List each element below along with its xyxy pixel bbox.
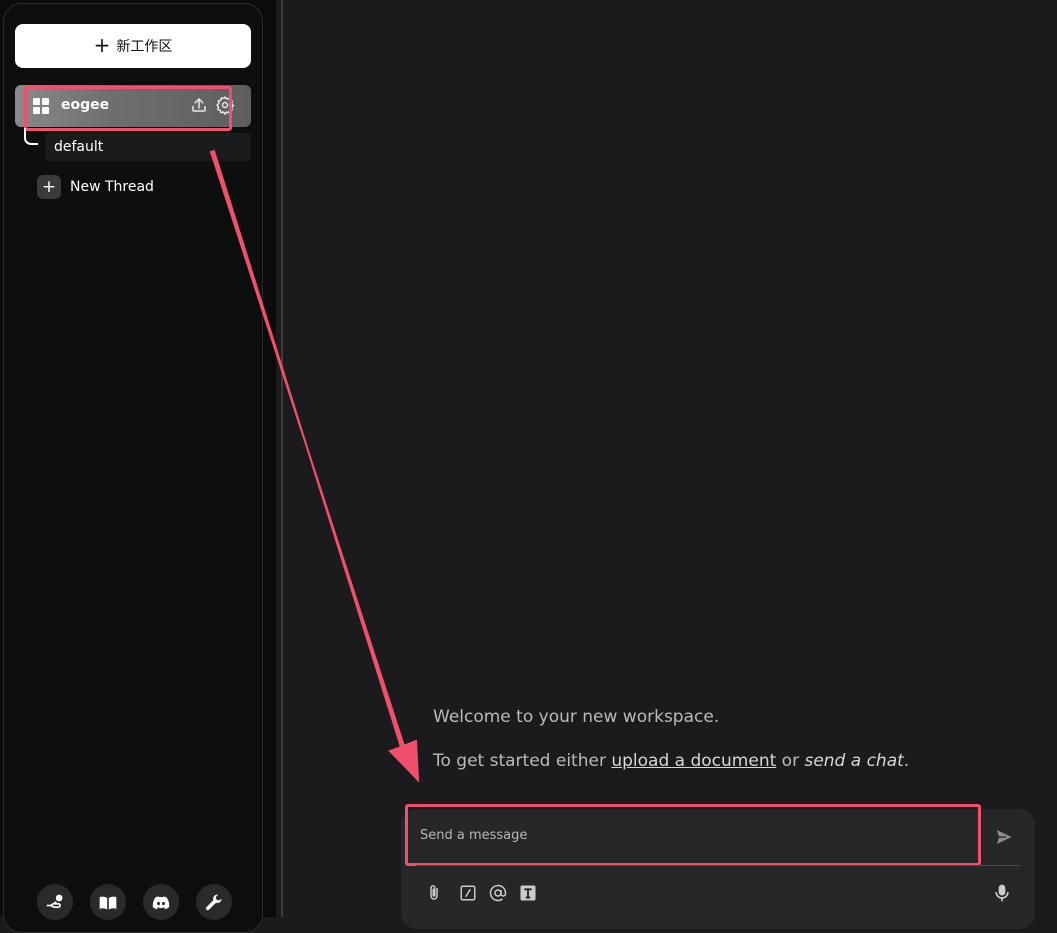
or-text: or [781, 751, 800, 771]
discord-icon[interactable] [143, 884, 179, 920]
period-text: . [903, 751, 910, 771]
text-size-icon[interactable] [519, 884, 537, 902]
attach-icon[interactable] [425, 884, 443, 902]
workspace-highlight-box [24, 86, 232, 131]
thread-item-default[interactable]: default [45, 133, 251, 161]
welcome-message: Welcome to your new workspace. [433, 707, 720, 727]
upload-document-link[interactable]: upload a document [611, 751, 776, 771]
microphone-icon[interactable] [992, 882, 1012, 904]
new-thread-button[interactable]: + New Thread [37, 175, 154, 199]
thread-connector-line [24, 128, 38, 145]
new-workspace-button[interactable]: + 新工作区 [15, 24, 251, 68]
community-hub-icon[interactable] [37, 884, 73, 920]
new-thread-label: New Thread [70, 179, 154, 195]
at-mention-icon[interactable] [489, 884, 507, 902]
sidebar-footer [37, 884, 232, 920]
plus-icon: + [37, 175, 61, 199]
new-workspace-label: 新工作区 [116, 39, 173, 55]
send-chat-link[interactable]: send a chat [804, 751, 903, 771]
settings-wrench-icon[interactable] [196, 884, 232, 920]
docs-book-icon[interactable] [90, 884, 126, 920]
slash-command-icon[interactable] [459, 884, 477, 902]
send-icon[interactable] [993, 826, 1015, 848]
composer-divider [416, 865, 1020, 866]
message-input[interactable] [405, 804, 981, 866]
sidebar-divider [281, 0, 283, 917]
plus-icon: + [93, 33, 111, 57]
get-started-message: To get started either upload a document … [433, 751, 909, 771]
get-started-prefix: To get started either [433, 751, 606, 771]
